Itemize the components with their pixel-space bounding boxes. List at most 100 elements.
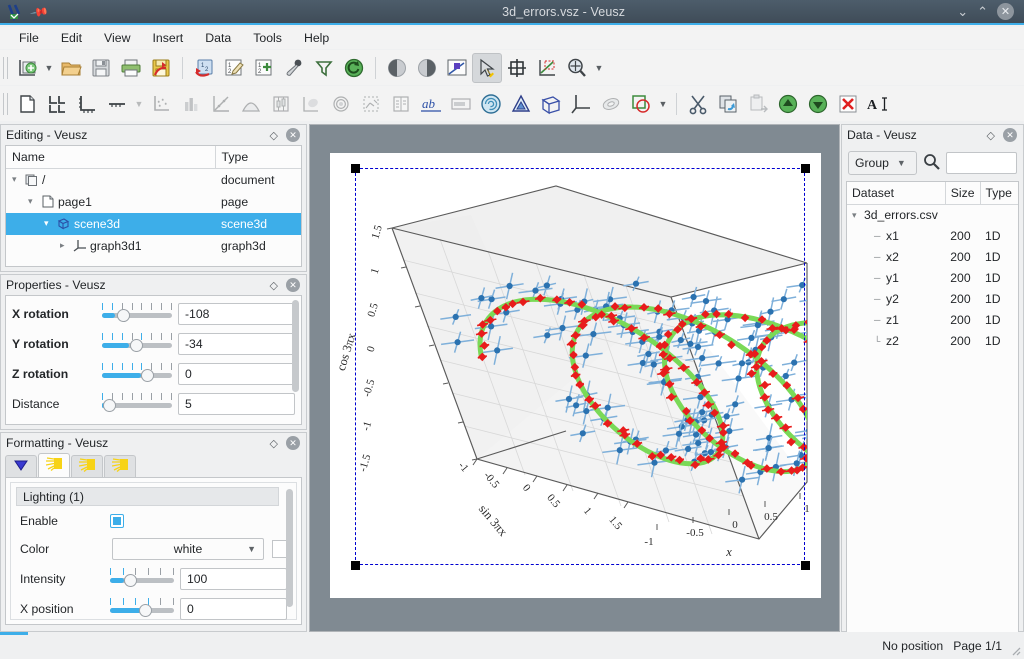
distance-field[interactable]: 5 [178,393,295,415]
import-data-button[interactable]: 1 2 [189,53,219,83]
float-icon[interactable]: ◇ [270,437,278,450]
x-rotation-slider[interactable] [102,302,172,326]
add-scene3d-button[interactable] [536,89,566,119]
expander-icon[interactable]: ▾ [12,174,21,185]
color-swatch[interactable] [272,540,287,558]
save-document-button[interactable] [86,53,116,83]
intensity-field[interactable]: 100 [180,568,287,590]
dataset-row[interactable]: ─ y1 200 1D [847,268,1018,289]
distance-slider[interactable] [102,392,172,416]
add-polygon-button[interactable] [506,89,536,119]
group-button[interactable]: Group ▼ [848,151,917,175]
move-down-button[interactable] [803,89,833,119]
tab-main[interactable] [5,455,37,477]
next-page-button[interactable] [412,53,442,83]
selection-handle-tl[interactable] [351,164,360,173]
tab-lighting-2[interactable] [71,455,103,477]
add-key-button[interactable] [386,89,416,119]
zoom-control-button[interactable] [562,53,592,83]
expander-icon[interactable]: ▾ [28,196,37,207]
new-document-dropdown[interactable]: ▼ [42,53,56,83]
add-boxplot-button[interactable] [266,89,296,119]
capture-data-button[interactable] [279,53,309,83]
dataset-row[interactable]: ─ z1 200 1D [847,310,1018,331]
dataset-row[interactable]: └ z2 200 1D [847,331,1018,352]
add-page-button[interactable] [12,89,42,119]
y-rotation-field[interactable]: -34 [178,333,295,355]
move-up-button[interactable] [773,89,803,119]
dataset-group-row[interactable]: ▾ 3d_errors.csv [847,205,1018,226]
resize-grip-icon[interactable] [1009,644,1021,656]
zoom-graph-button[interactable] [442,53,472,83]
close-icon[interactable]: ✕ [1003,128,1017,142]
add-image-button[interactable] [296,89,326,119]
expander-icon[interactable]: ▾ [852,210,861,221]
add-label-button[interactable]: ab [416,89,446,119]
search-input[interactable] [946,152,1017,174]
formatting-scrollbar[interactable] [286,489,293,613]
slider-handle[interactable] [103,399,117,412]
edit-data-button[interactable]: 1 2 [219,53,249,83]
paste-button[interactable] [743,89,773,119]
copy-button[interactable] [713,89,743,119]
dataset-row[interactable]: ─ x2 200 1D [847,247,1018,268]
float-icon[interactable]: ◇ [270,279,278,292]
slider-handle[interactable] [140,369,154,382]
tree-col-name[interactable]: Name [6,146,215,169]
export-document-button[interactable] [146,53,176,83]
tab-lighting-1[interactable] [38,453,70,477]
tree-row-scene3d[interactable]: ▾ scene3d scene3d [6,212,301,235]
menu-edit[interactable]: Edit [50,29,93,47]
float-icon[interactable]: ◇ [987,129,995,142]
add-function-button[interactable] [236,89,266,119]
plot-canvas-area[interactable]: 1.5 1 0.5 0 -0.5 -1 -1.5 cos 3πx -1 -0.5… [309,124,840,632]
dataset-row[interactable]: ─ y2 200 1D [847,289,1018,310]
selection-handle-br[interactable] [801,561,810,570]
properties-scrollbar[interactable] [292,300,299,420]
zoom-dropdown[interactable]: ▼ [592,53,606,83]
selection-handle-bl[interactable] [351,561,360,570]
fit-graph-button[interactable] [532,53,562,83]
magnifier-search-icon[interactable] [923,153,940,173]
add-shape3d-button[interactable] [626,89,656,119]
expander-icon[interactable]: ▾ [44,218,53,229]
tree-row-graph3d1[interactable]: ▸ graph3d1 graph3d [6,235,301,257]
x-rotation-field[interactable]: -108 [178,303,295,325]
axis-dropdown[interactable]: ▼ [132,89,146,119]
menu-tools[interactable]: Tools [242,29,293,47]
print-document-button[interactable] [116,53,146,83]
close-icon[interactable]: ✕ [997,3,1014,20]
col-type[interactable]: Type [979,182,1018,205]
cut-button[interactable] [683,89,713,119]
rename-button[interactable]: A [863,89,893,119]
filter-data-button[interactable] [309,53,339,83]
reload-data-button[interactable] [339,53,369,83]
z-rotation-field[interactable]: 0 [178,363,295,385]
add-grid-button[interactable] [42,89,72,119]
add-ellipse-button[interactable] [476,89,506,119]
select-pointer-button[interactable] [472,52,502,83]
add-graph3d-button[interactable] [566,89,596,119]
menu-file[interactable]: File [8,29,50,47]
delete-button[interactable] [833,89,863,119]
tree-row-document[interactable]: ▾ / document [6,169,301,191]
color-combobox[interactable]: white ▼ [112,538,264,560]
tree-col-type[interactable]: Type [214,146,301,169]
close-icon[interactable]: ✕ [286,128,300,142]
add-contour-button[interactable] [326,89,356,119]
pin-icon[interactable]: 📌 [29,1,49,21]
menu-insert[interactable]: Insert [141,29,194,47]
xposition-field[interactable]: 0 [180,598,287,620]
col-dataset[interactable]: Dataset [847,182,946,205]
add-axis-button[interactable] [102,89,132,119]
add-vectorfield-button[interactable] [356,89,386,119]
maximize-button[interactable]: ⌃ [977,5,988,18]
toolbar2-grip[interactable] [3,92,8,115]
slider-handle[interactable] [130,339,143,352]
add-surface3d-button[interactable] [596,89,626,119]
selection-handle-tr[interactable] [801,164,810,173]
add-bar-button[interactable] [176,89,206,119]
close-icon[interactable]: ✕ [286,436,300,450]
add-colorbar-button[interactable] [446,89,476,119]
new-document-button[interactable] [12,53,42,83]
